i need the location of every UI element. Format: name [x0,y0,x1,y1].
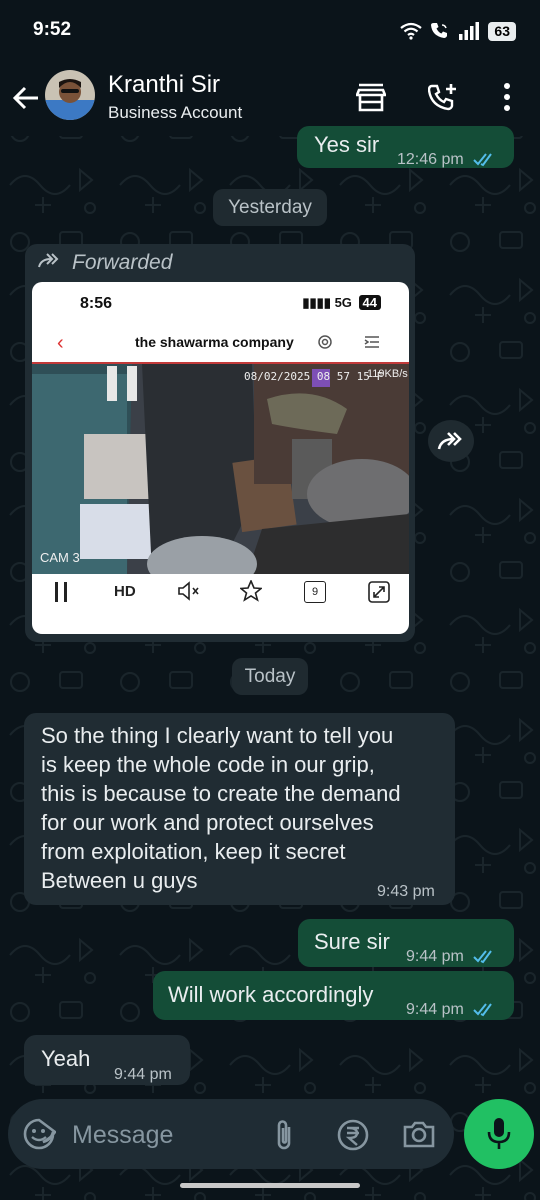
mute-icon [178,581,199,601]
camera-label: CAM 3 [40,550,80,565]
camera-icon[interactable] [402,1119,436,1149]
forward-icon [437,432,462,450]
emoji-sticker-icon[interactable] [22,1117,56,1151]
camera-timestamp: 08/02/2025 08 57 15 F [244,370,384,383]
forwarded-icon [38,253,59,268]
screenshot-network: 5G [334,295,352,310]
outgoing-message[interactable]: Sure sir 9:44 pm [298,919,514,967]
camera-speed: 119KB/s [367,368,408,380]
screenshot-back-icon: ‹ [57,332,64,354]
hd-label: HD [114,583,136,600]
battery-indicator: 63 [488,21,516,41]
message-time: 9:44 pm [406,995,497,1024]
signal-icon [459,22,480,40]
grid-view-icon: 9 [304,581,326,603]
storefront-icon[interactable] [356,80,386,114]
home-indicator[interactable] [180,1183,360,1188]
message-text: Sure sir [314,929,390,954]
forwarded-screenshot-image[interactable]: 8:56 ▮▮▮▮ 5G 44 ‹ the shawarma company 0… [32,282,409,634]
forward-button[interactable] [428,420,474,462]
add-call-icon[interactable] [428,80,458,114]
pause-icon [55,582,67,602]
incoming-message[interactable]: Yeah 9:44 pm [24,1035,190,1085]
attach-icon[interactable] [270,1117,298,1153]
back-arrow-icon[interactable] [10,82,42,114]
screenshot-settings-icon [318,335,332,349]
avatar[interactable] [45,70,95,120]
more-options-icon[interactable] [492,80,522,114]
message-time: 9:43 pm [377,883,435,900]
avatar-image [45,70,95,120]
message-time: 9:44 pm [406,942,497,971]
outgoing-message[interactable]: Will work accordingly 9:44 pm [153,971,514,1020]
date-divider: Yesterday [213,189,327,226]
screenshot-time: 8:56 [80,295,113,312]
grid-count: 9 [311,586,319,598]
payment-rupee-icon[interactable] [336,1118,370,1152]
screenshot-title: the shawarma company [135,334,294,350]
read-ticks-icon [473,1003,493,1017]
read-ticks-icon [473,950,493,964]
message-time: 12:46 pm [397,145,497,174]
microphone-icon [487,1118,511,1149]
outgoing-message[interactable]: Yes sir 12:46 pm [297,126,514,168]
wifi-icon [400,22,423,40]
message-time: 8:57 pm [334,610,392,627]
contact-name[interactable]: Kranthi Sir [108,71,220,99]
incoming-message[interactable]: So the thing I clearly want to tell you … [24,713,455,905]
star-icon [240,580,262,602]
message-input[interactable] [62,1110,264,1160]
screenshot-menu-icon [364,336,379,348]
message-text: So the thing I clearly want to tell you … [41,723,401,893]
message-text: Yeah [41,1046,91,1071]
wifi-calling-icon [431,23,448,38]
screenshot-signal-icon: ▮▮▮▮ [302,295,331,310]
camera-feed-image [32,364,409,592]
read-ticks-icon [473,153,492,167]
status-time: 9:52 [33,19,72,40]
screenshot-battery: 44 [358,295,381,310]
forwarded-label: Forwarded [72,251,173,274]
message-time: 9:44 pm [114,1066,172,1083]
fullscreen-icon [368,581,390,603]
date-divider: Today [232,658,308,695]
voice-record-button[interactable] [464,1099,534,1169]
contact-subtitle: Business Account [108,103,243,122]
status-bar: 9:52 63 [0,0,540,60]
message-text: Will work accordingly [168,982,374,1007]
camera-feed: 08/02/2025 08 57 15 F 119KB/s CAM 3 [32,362,409,592]
message-text: Yes sir [314,132,380,157]
